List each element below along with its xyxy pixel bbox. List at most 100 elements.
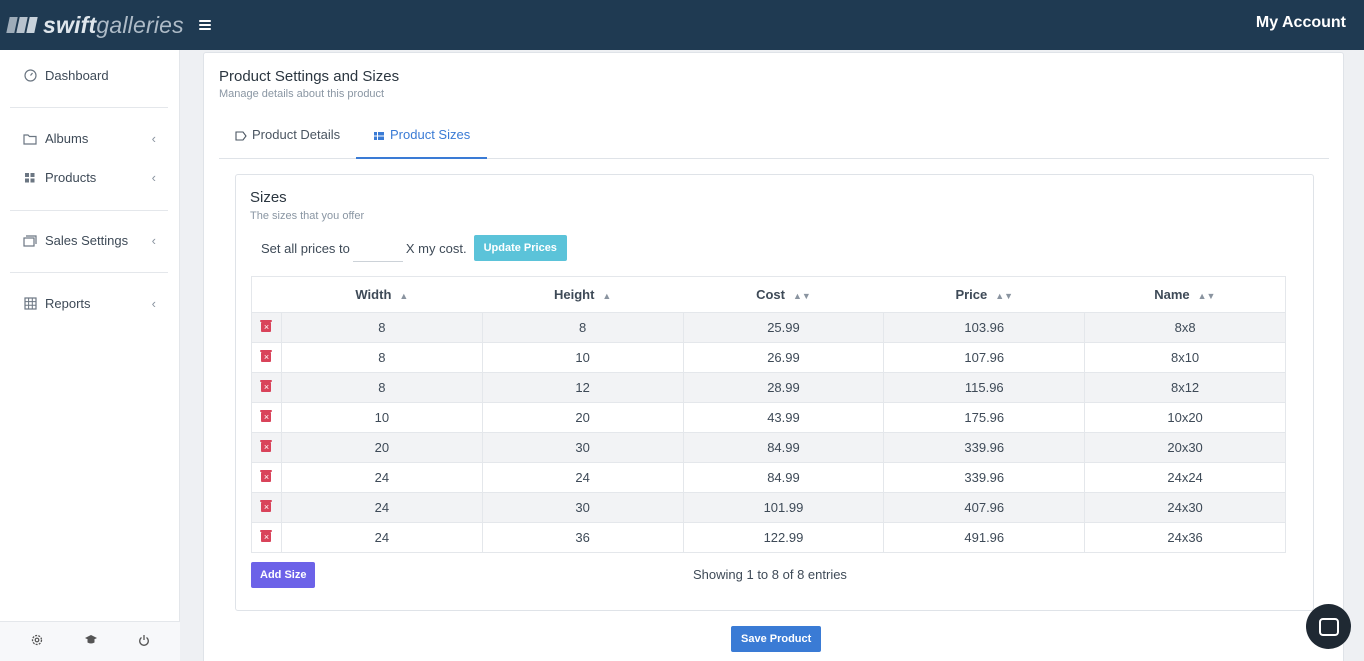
folder-icon (23, 132, 37, 146)
cell-height: 8 (481, 312, 684, 343)
cell-width: 8 (280, 342, 483, 373)
column-header-height[interactable]: Height ▲ (482, 276, 684, 313)
sidebar-item-albums[interactable]: Albums ‹ (23, 131, 168, 146)
trash-icon[interactable] (260, 470, 273, 482)
cell-cost: 43.99 (682, 402, 885, 433)
logo[interactable]: swiftgalleries (6, 0, 184, 50)
trash-icon[interactable] (260, 350, 273, 362)
delete-cell (251, 312, 282, 343)
cell-height: 36 (481, 522, 684, 553)
graduation-cap-icon[interactable] (84, 634, 98, 649)
cell-cost: 26.99 (682, 342, 885, 373)
cell-price: 103.96 (883, 312, 1086, 343)
cell-width: 24 (280, 462, 483, 493)
cell-cost: 28.99 (682, 372, 885, 403)
sales-icon (23, 234, 37, 248)
price-multiplier-input[interactable] (352, 234, 403, 262)
delete-cell (251, 492, 282, 523)
cell-name: 24x30 (1084, 492, 1286, 523)
table-row: 20 30 84.99 339.96 20x30 (251, 432, 1286, 463)
cell-name: 8x10 (1084, 342, 1286, 373)
cell-height: 30 (481, 492, 684, 523)
tab-label: Product Sizes (390, 127, 471, 142)
column-header-name[interactable]: Name ▲▼ (1084, 276, 1286, 313)
cell-cost: 84.99 (682, 462, 885, 493)
table-header-row: Width ▲ Height ▲ Cost ▲▼ Price ▲▼ Name ▲▼ (251, 276, 1286, 313)
trash-icon[interactable] (260, 410, 273, 422)
sidebar-item-label: Dashboard (45, 68, 109, 83)
cell-height: 30 (481, 432, 684, 463)
add-size-button[interactable]: Add Size (251, 562, 316, 588)
table-row: 8 10 26.99 107.96 8x10 (251, 342, 1286, 373)
save-product-button[interactable]: Save Product (731, 626, 822, 652)
cell-height: 24 (481, 462, 684, 493)
delete-cell (251, 462, 282, 493)
sidebar-item-label: Albums (45, 131, 89, 146)
sort-asc-icon: ▲ (399, 291, 409, 301)
grid-icon (373, 129, 385, 141)
divider (10, 107, 168, 108)
column-header-width[interactable]: Width ▲ (281, 276, 483, 313)
table-info: Showing 1 to 8 of 8 entries (693, 567, 847, 582)
column-header-price[interactable]: Price ▲▼ (883, 276, 1085, 313)
column-header-cost[interactable]: Cost ▲▼ (683, 276, 884, 313)
tab-product-details[interactable]: Product Details (235, 127, 340, 159)
table-row: 24 30 101.99 407.96 24x30 (251, 492, 1286, 523)
sort-both-icon: ▲▼ (1197, 291, 1216, 301)
cell-price: 115.96 (883, 372, 1086, 403)
my-account-link[interactable]: My Account (1256, 14, 1346, 32)
trash-icon[interactable] (260, 380, 273, 392)
cell-name: 20x30 (1084, 432, 1286, 463)
page-title: Product Settings and Sizes (219, 68, 400, 85)
table-row: 8 12 28.99 115.96 8x12 (251, 372, 1286, 403)
cell-height: 10 (481, 342, 684, 373)
sort-both-icon: ▲▼ (995, 291, 1014, 301)
cell-cost: 25.99 (682, 312, 885, 343)
trash-icon[interactable] (260, 320, 273, 332)
table-row: 10 20 43.99 175.96 10x20 (251, 402, 1286, 433)
cell-width: 10 (280, 402, 483, 433)
cell-cost: 101.99 (682, 492, 885, 523)
sizes-title: Sizes (250, 189, 287, 206)
page-subtitle: Manage details about this product (219, 88, 385, 100)
sidebar-item-label: Reports (45, 296, 91, 311)
delete-cell (251, 432, 282, 463)
sizes-table: Width▲ Height▲ Cost▲▼ Price▲▼ Name▲▼ 8 8… (251, 276, 1286, 553)
sidebar-item-dashboard[interactable]: Dashboard (23, 68, 168, 83)
logo-mark-icon (6, 17, 38, 33)
table-icon (23, 297, 37, 311)
cell-width: 20 (280, 432, 483, 463)
sidebar-item-reports[interactable]: Reports ‹ (23, 296, 168, 311)
sidebar-item-label: Products (45, 170, 97, 185)
cell-name: 10x20 (1084, 402, 1286, 433)
gear-icon[interactable] (30, 633, 44, 650)
cell-height: 12 (481, 372, 684, 403)
chat-launcher-icon[interactable] (1306, 604, 1351, 649)
tab-product-sizes[interactable]: Product Sizes (356, 127, 488, 159)
hamburger-menu-icon[interactable] (198, 20, 211, 30)
update-prices-button[interactable]: Update Prices (473, 235, 567, 261)
sidebar-item-products[interactable]: Products ‹ (23, 170, 168, 185)
cell-width: 24 (280, 492, 483, 523)
sidebar-item-sales-settings[interactable]: Sales Settings ‹ (23, 233, 168, 248)
sizes-subtitle: The sizes that you offer (250, 210, 365, 222)
delete-cell (251, 402, 282, 433)
sort-both-icon: ▲▼ (792, 291, 811, 301)
tag-icon (235, 129, 247, 141)
delete-column-header (251, 276, 282, 313)
trash-icon[interactable] (260, 530, 273, 542)
sidebar-footer (0, 621, 180, 661)
tab-bar: Product Details Product Sizes (219, 119, 1329, 159)
grid-icon (23, 171, 37, 185)
cell-width: 24 (280, 522, 483, 553)
power-icon[interactable] (138, 634, 150, 650)
set-prices-label: Set all prices to (261, 240, 350, 256)
logo-text: swiftgalleries (43, 11, 184, 38)
tab-label: Product Details (252, 127, 341, 142)
cell-price: 339.96 (883, 462, 1086, 493)
trash-icon[interactable] (260, 440, 273, 452)
sort-asc-icon: ▲ (602, 291, 612, 301)
cell-price: 491.96 (883, 522, 1086, 553)
cell-cost: 84.99 (682, 432, 885, 463)
trash-icon[interactable] (260, 500, 273, 512)
